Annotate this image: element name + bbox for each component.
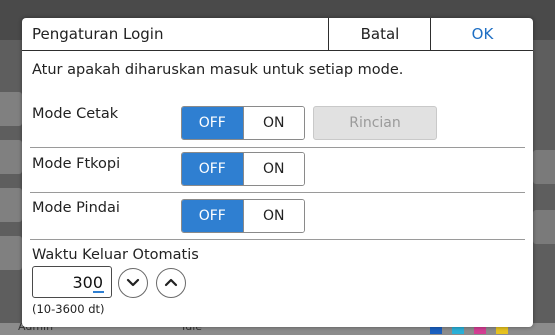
chevron-down-icon	[126, 278, 140, 287]
mode-scan-label: Mode Pindai	[32, 200, 120, 216]
dialog-title: Pengaturan Login	[32, 25, 164, 43]
mode-print-toggle: OFF ON	[181, 106, 305, 140]
mode-copy-label: Mode Ftkopi	[32, 156, 121, 172]
mode-scan-off-button[interactable]: OFF	[182, 200, 243, 232]
cancel-button[interactable]: Batal	[328, 18, 431, 50]
background-tab	[0, 236, 22, 270]
background-tab	[0, 188, 22, 222]
divider	[30, 147, 525, 148]
login-settings-dialog: Pengaturan Login Batal OK Atur apakah di…	[22, 18, 533, 327]
mode-print-on-button[interactable]: ON	[242, 107, 304, 139]
mode-print-off-button[interactable]: OFF	[182, 107, 243, 139]
mode-copy-on-button[interactable]: ON	[242, 153, 304, 185]
ok-button[interactable]: OK	[430, 18, 534, 50]
divider	[30, 192, 525, 193]
mode-scan-on-button[interactable]: ON	[242, 200, 304, 232]
details-button[interactable]: Rincian	[313, 106, 437, 140]
mode-scan-toggle: OFF ON	[181, 199, 305, 233]
auto-logout-input[interactable]: 300	[32, 266, 112, 298]
increment-button[interactable]	[156, 268, 186, 298]
auto-logout-range: (10-3600 dt)	[32, 302, 105, 316]
chevron-up-icon	[164, 278, 178, 287]
background-side-item	[533, 210, 555, 244]
dialog-description: Atur apakah diharuskan masuk untuk setia…	[32, 62, 404, 78]
auto-logout-value: 300	[72, 273, 103, 292]
mode-copy-toggle: OFF ON	[181, 152, 305, 186]
divider	[30, 239, 525, 240]
background-tab	[0, 140, 22, 174]
auto-logout-label: Waktu Keluar Otomatis	[32, 247, 199, 263]
decrement-button[interactable]	[118, 268, 148, 298]
dialog-title-bar: Pengaturan Login Batal OK	[22, 18, 533, 51]
text-cursor	[93, 291, 104, 293]
background-tab	[0, 92, 22, 126]
mode-copy-off-button[interactable]: OFF	[182, 153, 243, 185]
mode-print-label: Mode Cetak	[32, 106, 119, 122]
background-side-item	[533, 150, 555, 184]
